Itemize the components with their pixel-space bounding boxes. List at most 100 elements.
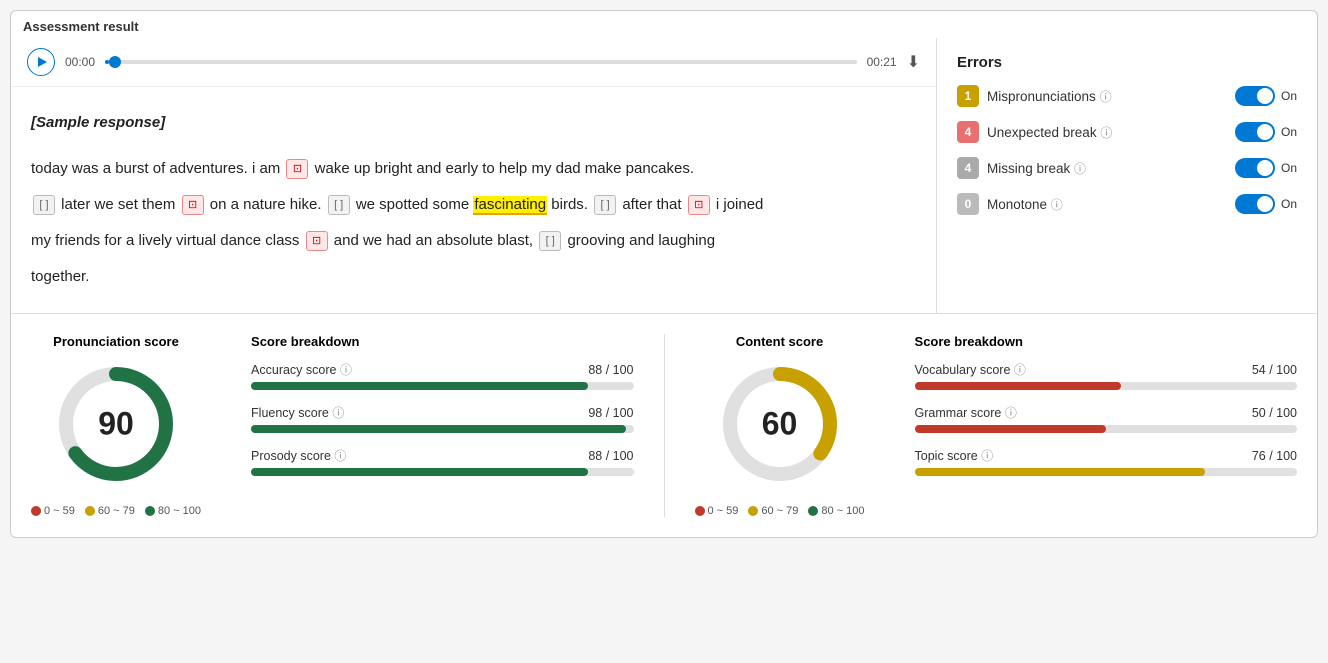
grammar-bar-fill xyxy=(915,425,1106,433)
vertical-divider xyxy=(664,334,665,517)
download-button[interactable]: ⬇ xyxy=(907,52,920,72)
info-icon-monotone[interactable]: ⓘ xyxy=(1051,198,1063,212)
text-span-3: later we set them xyxy=(61,196,179,213)
label-unexpected-break: Unexpected break ⓘ xyxy=(987,124,1227,141)
text-span-6: birds. xyxy=(551,196,592,213)
text-span-9: my friends for a lively virtual dance cl… xyxy=(31,232,304,249)
content-donut: 60 xyxy=(715,359,845,489)
legend-item-red-pron: 0 ~ 59 xyxy=(31,505,75,517)
toggle-label-monotone: On xyxy=(1281,197,1297,211)
content-breakdown-title: Score breakdown xyxy=(915,334,1297,349)
toggle-monotone: On xyxy=(1235,194,1297,214)
word-error-4: ⊡ xyxy=(306,231,328,251)
toggle-switch-mispronunciations[interactable] xyxy=(1235,86,1275,106)
prosody-bar-track xyxy=(251,468,633,476)
label-mispronunciations: Mispronunciations ⓘ xyxy=(987,88,1227,105)
badge-missing-break: 4 xyxy=(957,157,979,179)
content-breakdown: Score breakdown Vocabulary score ⓘ 54 / … xyxy=(895,334,1297,517)
play-icon xyxy=(38,57,47,67)
vocabulary-bar-track xyxy=(915,382,1297,390)
toggle-switch-missing-break[interactable] xyxy=(1235,158,1275,178)
dot-yellow-pron xyxy=(85,506,95,516)
prosody-row: Prosody score ⓘ 88 / 100 xyxy=(251,447,633,476)
text-span-7: after that xyxy=(622,196,685,213)
accuracy-bar-fill xyxy=(251,382,588,390)
label-monotone: Monotone ⓘ xyxy=(987,196,1227,213)
text-span-11: grooving and laughing xyxy=(567,232,715,249)
text-span-2: wake up bright and early to help my dad … xyxy=(315,160,694,177)
play-button[interactable] xyxy=(27,48,55,76)
audio-bar: 00:00 00:21 ⬇ xyxy=(11,38,936,87)
legend-item-green-pron: 80 ~ 100 xyxy=(145,505,201,517)
toggle-switch-unexpected-break[interactable] xyxy=(1235,122,1275,142)
content-score-number: 60 xyxy=(762,406,798,443)
top-section: 00:00 00:21 ⬇ [Sample response] today wa… xyxy=(11,38,1317,314)
word-missing-4: [ ] xyxy=(539,231,561,251)
info-accuracy[interactable]: ⓘ xyxy=(340,363,352,377)
word-missing-3: [ ] xyxy=(594,195,616,215)
info-prosody[interactable]: ⓘ xyxy=(334,449,346,463)
text-span-4: on a nature hike. xyxy=(210,196,326,213)
grammar-label: Grammar score ⓘ xyxy=(915,404,1017,421)
content-score-section: Content score 60 0 ~ 59 60 ~ 79 80 ~ 100 xyxy=(695,334,865,517)
toggle-missing-break: On xyxy=(1235,158,1297,178)
accuracy-value: 88 / 100 xyxy=(588,363,633,377)
text-span-10: and we had an absolute blast, xyxy=(334,232,537,249)
pronunciation-score-section: Pronunciation score 90 0 ~ 59 60 ~ 79 80… xyxy=(31,334,201,517)
vocabulary-value: 54 / 100 xyxy=(1252,363,1297,377)
error-row-mispronunciations: 1 Mispronunciations ⓘ On xyxy=(957,85,1297,107)
progress-thumb xyxy=(109,56,121,68)
badge-mispronunciations: 1 xyxy=(957,85,979,107)
grammar-value: 50 / 100 xyxy=(1252,406,1297,420)
info-topic[interactable]: ⓘ xyxy=(981,449,993,463)
bottom-section: Pronunciation score 90 0 ~ 59 60 ~ 79 80… xyxy=(11,314,1317,537)
sample-label: [Sample response] xyxy=(31,105,916,141)
text-span-8: i joined xyxy=(716,196,764,213)
text-paragraph-1: today was a burst of adventures. i am ⊡ … xyxy=(31,151,916,187)
toggle-label-unexpected-break: On xyxy=(1281,125,1297,139)
assessment-result-panel: Assessment result 00:00 00:21 ⬇ [Sample … xyxy=(10,10,1318,538)
text-content: [Sample response] today was a burst of a… xyxy=(11,87,936,313)
content-legend: 0 ~ 59 60 ~ 79 80 ~ 100 xyxy=(695,505,865,517)
info-fluency[interactable]: ⓘ xyxy=(332,406,344,420)
vocabulary-row: Vocabulary score ⓘ 54 / 100 xyxy=(915,361,1297,390)
word-missing-1: [ ] xyxy=(33,195,55,215)
grammar-row: Grammar score ⓘ 50 / 100 xyxy=(915,404,1297,433)
topic-value: 76 / 100 xyxy=(1252,449,1297,463)
time-start: 00:00 xyxy=(65,55,95,69)
audio-progress-track[interactable] xyxy=(105,60,857,64)
prosody-bar-fill xyxy=(251,468,588,476)
legend-item-green-cont: 80 ~ 100 xyxy=(808,505,864,517)
pronunciation-score-number: 90 xyxy=(98,406,134,443)
dot-red-cont xyxy=(695,506,705,516)
error-row-monotone: 0 Monotone ⓘ On xyxy=(957,193,1297,215)
word-error-2: ⊡ xyxy=(182,195,204,215)
text-paragraph-3: my friends for a lively virtual dance cl… xyxy=(31,223,916,259)
dot-red-pron xyxy=(31,506,41,516)
badge-monotone: 0 xyxy=(957,193,979,215)
fluency-label: Fluency score ⓘ xyxy=(251,404,344,421)
info-vocabulary[interactable]: ⓘ xyxy=(1014,363,1026,377)
page-title: Assessment result xyxy=(11,11,1317,38)
info-grammar[interactable]: ⓘ xyxy=(1005,406,1017,420)
info-icon-mispronunciations[interactable]: ⓘ xyxy=(1100,90,1112,104)
topic-row: Topic score ⓘ 76 / 100 xyxy=(915,447,1297,476)
pronunciation-score-title: Pronunciation score xyxy=(53,334,179,349)
topic-bar-fill xyxy=(915,468,1206,476)
toggle-switch-monotone[interactable] xyxy=(1235,194,1275,214)
info-icon-unexpected-break[interactable]: ⓘ xyxy=(1100,126,1112,140)
toggle-unexpected-break: On xyxy=(1235,122,1297,142)
toggle-mispronunciations: On xyxy=(1235,86,1297,106)
fluency-bar-track xyxy=(251,425,633,433)
grammar-bar-track xyxy=(915,425,1297,433)
prosody-label: Prosody score ⓘ xyxy=(251,447,346,464)
text-span-5: we spotted some xyxy=(356,196,474,213)
info-icon-missing-break[interactable]: ⓘ xyxy=(1074,162,1086,176)
accuracy-row: Accuracy score ⓘ 88 / 100 xyxy=(251,361,633,390)
pronunciation-breakdown-title: Score breakdown xyxy=(251,334,633,349)
badge-unexpected-break: 4 xyxy=(957,121,979,143)
text-paragraph-2: [ ] later we set them ⊡ on a nature hike… xyxy=(31,187,916,223)
word-error-1: ⊡ xyxy=(286,159,308,179)
word-error-3: ⊡ xyxy=(688,195,710,215)
vocabulary-label: Vocabulary score ⓘ xyxy=(915,361,1026,378)
